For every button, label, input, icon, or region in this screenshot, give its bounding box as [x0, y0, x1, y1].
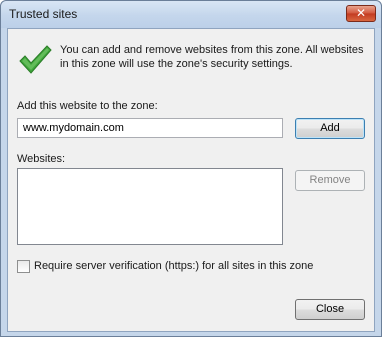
- close-window-button[interactable]: ✕: [346, 5, 376, 22]
- checkmark-icon: [19, 45, 52, 74]
- close-button[interactable]: Close: [295, 299, 365, 320]
- add-button[interactable]: Add: [295, 118, 365, 139]
- title-bar[interactable]: Trusted sites ✕: [1, 1, 381, 28]
- info-text: You can add and remove websites from thi…: [60, 44, 364, 70]
- dialog-window: Trusted sites ✕ You can add and remove w…: [0, 0, 382, 337]
- website-input[interactable]: www.mydomain.com: [17, 118, 283, 138]
- websites-label: Websites:: [17, 153, 66, 165]
- https-checkbox[interactable]: [17, 260, 30, 273]
- websites-list[interactable]: [17, 168, 283, 245]
- remove-button[interactable]: Remove: [295, 170, 365, 191]
- add-website-label: Add this website to the zone:: [17, 100, 158, 112]
- dialog-body: You can add and remove websites from thi…: [7, 28, 375, 332]
- window-title: Trusted sites: [9, 7, 78, 21]
- https-checkbox-label[interactable]: Require server verification (https:) for…: [34, 260, 313, 272]
